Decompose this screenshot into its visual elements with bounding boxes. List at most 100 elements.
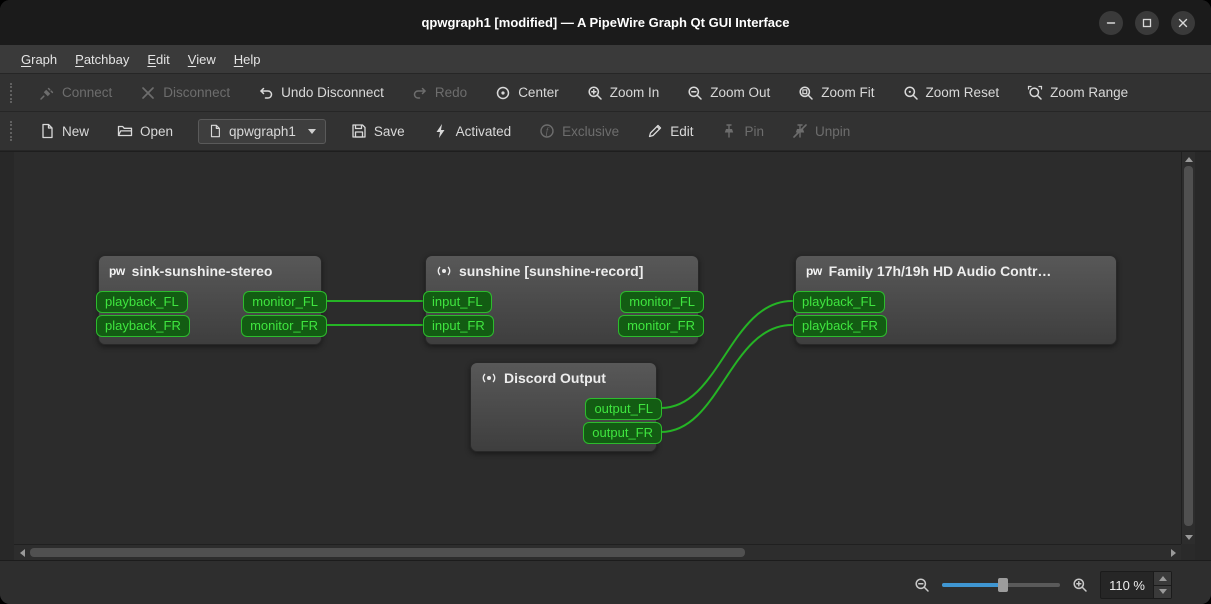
node-sunshine-record[interactable]: sunshine [sunshine-record] input_FL inpu… <box>423 255 704 345</box>
port-output_FL[interactable]: output_FL <box>585 398 662 420</box>
menu-item-patchbay[interactable]: Patchbay <box>66 48 138 71</box>
open-folder-icon <box>117 123 133 139</box>
window-title: qpwgraph1 [modified] — A PipeWire Graph … <box>421 15 790 30</box>
new-button[interactable]: New <box>30 118 98 144</box>
zoom-in-button[interactable]: Zoom In <box>578 80 669 106</box>
port-monitor_FR[interactable]: monitor_FR <box>241 315 327 337</box>
graph-canvas[interactable]: pw sink-sunshine-stereo playback_FL play… <box>14 152 1181 544</box>
scroll-up-button[interactable] <box>1182 152 1196 166</box>
pencil-icon <box>647 123 663 139</box>
node-family-hd-audio[interactable]: pw Family 17h/19h HD Audio Contr… playba… <box>793 255 1117 345</box>
menu-item-label: atchbay <box>83 51 130 67</box>
zoom-spinbox[interactable]: 110 % <box>1100 571 1172 599</box>
node-header: sunshine [sunshine-record] <box>426 256 698 279</box>
arrow-right-icon <box>1170 548 1176 557</box>
edit-label: Edit <box>670 123 694 139</box>
center-icon <box>495 85 511 101</box>
node-sink-sunshine-stereo[interactable]: pw sink-sunshine-stereo playback_FL play… <box>96 255 327 345</box>
zoom-reset-button[interactable]: Zoom Reset <box>894 80 1009 106</box>
exclusive-button[interactable]: f Exclusive <box>530 118 628 144</box>
menu-item-help[interactable]: Help <box>225 48 270 71</box>
menu-item-label: E <box>147 51 157 67</box>
port-playback_FL[interactable]: playback_FL <box>793 291 885 313</box>
zoom-fit-button[interactable]: Zoom Fit <box>789 80 883 106</box>
port-playback_FL[interactable]: playback_FL <box>96 291 188 313</box>
toolbar-handle[interactable] <box>10 82 12 103</box>
center-button[interactable]: Center <box>486 80 568 106</box>
file-toolbar: New Open qpwgraph1 Save Activated f Excl… <box>0 112 1211 151</box>
minimize-icon <box>1105 17 1117 29</box>
port-monitor_FL[interactable]: monitor_FL <box>243 291 327 313</box>
menu-item-graph[interactable]: Graph <box>12 48 66 71</box>
port-monitor_FL[interactable]: monitor_FL <box>620 291 704 313</box>
arrow-down-icon <box>1185 534 1193 540</box>
zoom-out-icon <box>687 85 703 101</box>
zoom-slider[interactable] <box>942 578 1061 592</box>
redo-button[interactable]: Redo <box>403 80 476 106</box>
pin-button[interactable]: Pin <box>712 118 773 144</box>
vertical-scrollbar-thumb[interactable] <box>1184 166 1193 526</box>
port-input_FL[interactable]: input_FL <box>423 291 492 313</box>
port-input_FR[interactable]: input_FR <box>423 315 494 337</box>
horizontal-scrollbar-thumb[interactable] <box>30 548 745 557</box>
title-bar[interactable]: qpwgraph1 [modified] — A PipeWire Graph … <box>0 0 1211 45</box>
zoom-range-button[interactable]: Zoom Range <box>1018 80 1137 106</box>
monitor-icon <box>481 370 497 386</box>
new-label: New <box>62 123 90 139</box>
menu-item-label: V <box>187 51 197 67</box>
unpin-button[interactable]: Unpin <box>783 118 859 144</box>
menu-item-label: iew <box>196 51 216 67</box>
horizontal-scrollbar[interactable] <box>14 544 1181 560</box>
zoom-slider-handle[interactable] <box>998 578 1009 592</box>
port-output_FR[interactable]: output_FR <box>583 422 662 444</box>
menu-item-edit[interactable]: Edit <box>138 48 178 71</box>
node-header: pw Family 17h/19h HD Audio Contr… <box>796 256 1116 279</box>
zoom-spin-up-button[interactable] <box>1154 572 1171 585</box>
undo-disconnect-button[interactable]: Undo Disconnect <box>249 80 393 106</box>
undo-disconnect-label: Undo Disconnect <box>281 85 384 100</box>
zoom-range-icon <box>1027 85 1043 101</box>
disconnect-button[interactable]: Disconnect <box>131 80 239 106</box>
maximize-button[interactable] <box>1135 10 1159 35</box>
toolbar-handle[interactable] <box>10 121 12 141</box>
menu-bar: Graph Patchbay Edit View Help <box>0 45 1211 74</box>
zoom-out-small-icon[interactable] <box>914 577 930 593</box>
port-playback_FR[interactable]: playback_FR <box>793 315 887 337</box>
connect-button[interactable]: Connect <box>30 80 121 106</box>
undo-icon <box>258 85 274 101</box>
status-bar: 110 % <box>0 560 1211 604</box>
zoom-spin-down-button[interactable] <box>1154 584 1171 598</box>
port-monitor_FR[interactable]: monitor_FR <box>618 315 704 337</box>
activated-button[interactable]: Activated <box>424 118 521 144</box>
arrow-left-icon <box>19 548 25 557</box>
close-button[interactable] <box>1171 10 1195 35</box>
zoom-fit-label: Zoom Fit <box>821 85 875 100</box>
node-title: sunshine [sunshine-record] <box>459 263 644 279</box>
session-combobox[interactable]: qpwgraph1 <box>198 118 326 144</box>
zoom-fit-icon <box>798 85 814 101</box>
new-file-icon <box>39 123 55 139</box>
zoom-in-small-icon[interactable] <box>1072 577 1088 593</box>
edit-button[interactable]: Edit <box>638 118 702 144</box>
zoom-in-label: Zoom In <box>609 85 660 100</box>
maximize-icon <box>1141 17 1153 29</box>
disconnect-icon <box>140 85 156 101</box>
save-button[interactable]: Save <box>342 118 414 144</box>
disconnect-label: Disconnect <box>163 85 231 100</box>
open-button[interactable]: Open <box>108 118 182 144</box>
node-discord-output[interactable]: Discord Output output_FL output_FR <box>470 362 662 452</box>
zoom-out-button[interactable]: Zoom Out <box>678 80 779 106</box>
port-playback_FR[interactable]: playback_FR <box>96 315 190 337</box>
zoom-range-label: Zoom Range <box>1050 85 1129 100</box>
menu-item-view[interactable]: View <box>179 48 225 71</box>
close-icon <box>1177 17 1189 29</box>
pipewire-icon: pw <box>806 264 822 278</box>
scroll-left-button[interactable] <box>14 545 30 560</box>
scroll-down-button[interactable] <box>1182 530 1196 544</box>
graph-toolbar: Connect Disconnect Undo Disconnect Redo <box>0 74 1211 112</box>
vertical-scrollbar[interactable] <box>1181 152 1195 544</box>
scroll-right-button[interactable] <box>1165 545 1181 560</box>
zoom-in-icon <box>587 85 603 101</box>
minimize-button[interactable] <box>1099 10 1123 35</box>
menu-item-label: P <box>75 51 84 67</box>
